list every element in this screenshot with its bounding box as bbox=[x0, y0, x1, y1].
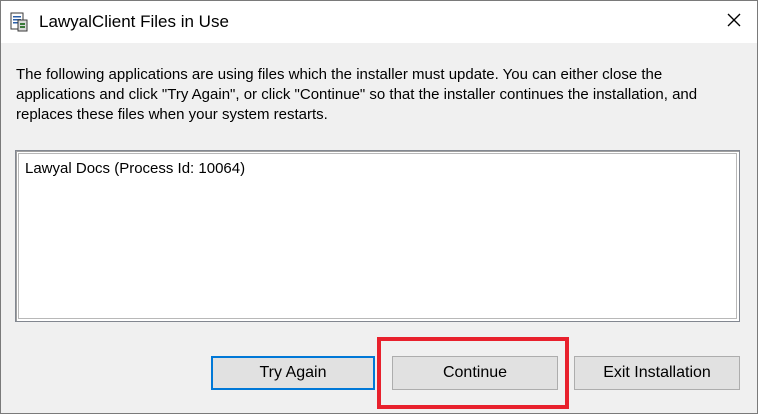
installer-icon bbox=[9, 11, 29, 33]
try-again-button[interactable]: Try Again bbox=[211, 356, 375, 390]
window-title: LawyalClient Files in Use bbox=[39, 12, 229, 31]
list-item[interactable]: Lawyal Docs (Process Id: 10064) bbox=[25, 160, 245, 177]
close-icon bbox=[726, 12, 742, 33]
continue-button[interactable]: Continue bbox=[392, 356, 558, 390]
listbox-frame: Lawyal Docs (Process Id: 10064) bbox=[18, 153, 737, 319]
close-button[interactable] bbox=[711, 1, 757, 43]
process-listbox[interactable]: Lawyal Docs (Process Id: 10064) bbox=[15, 150, 740, 322]
info-message: The following applications are using fil… bbox=[16, 66, 698, 123]
dialog-body: The following applications are using fil… bbox=[1, 43, 757, 413]
dialog-window: LawyalClient Files in Use The following … bbox=[0, 0, 758, 414]
exit-installation-button[interactable]: Exit Installation bbox=[574, 356, 740, 390]
title-bar: LawyalClient Files in Use bbox=[1, 1, 757, 43]
